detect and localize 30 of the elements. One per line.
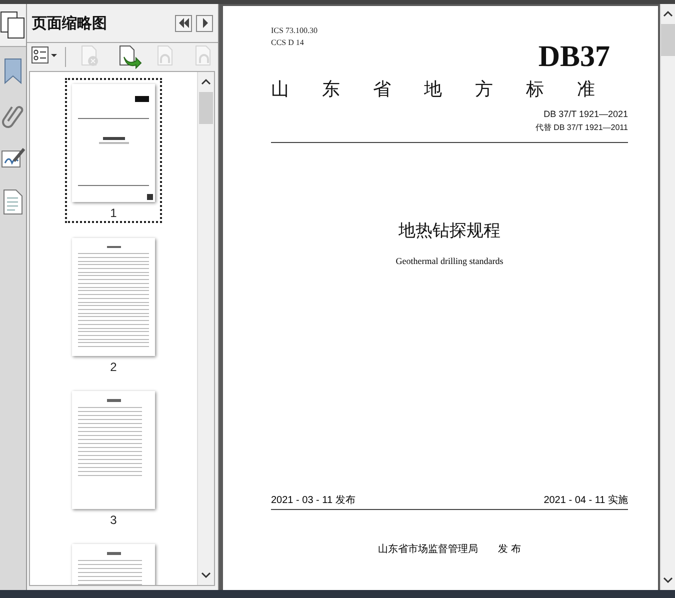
- double-left-triangle-icon: [178, 18, 190, 28]
- pages-icon[interactable]: [0, 11, 26, 39]
- standard-logo: DB37: [538, 40, 610, 74]
- scroll-up-icon[interactable]: [663, 10, 673, 18]
- effective-date: 2021 - 04 - 11 实施: [544, 494, 628, 507]
- publish-label: 发 布: [498, 543, 521, 556]
- bookmark-icon[interactable]: [3, 57, 23, 85]
- standard-number: DB 37/T 1921—2021: [544, 109, 628, 119]
- publisher: 山东省市场监督管理局: [378, 542, 478, 556]
- scrollbar[interactable]: [197, 72, 214, 585]
- expand-button[interactable]: [196, 14, 213, 32]
- document-subtitle: Geothermal drilling standards: [394, 256, 504, 266]
- document-title: 地热钻探规程: [398, 220, 502, 242]
- paperclip-icon[interactable]: [2, 103, 24, 129]
- standard-heading: 山东省地方标准: [271, 78, 628, 101]
- scroll-down-icon[interactable]: [201, 571, 211, 579]
- scroll-up-icon[interactable]: [201, 78, 211, 86]
- scroll-thumb[interactable]: [199, 92, 213, 124]
- document-icon[interactable]: [3, 189, 23, 215]
- classification-code: CCS D 14: [271, 38, 305, 47]
- scrollbar[interactable]: [660, 4, 675, 590]
- page-thumbnail-item[interactable]: 1: [65, 78, 162, 223]
- scroll-down-icon[interactable]: [663, 576, 673, 584]
- replaced-standard: 代替 DB 37/T 1921—2011: [535, 122, 628, 133]
- collapse-button[interactable]: [175, 14, 192, 32]
- panel-title: 页面缩略图: [32, 14, 107, 32]
- play-triangle-icon: [200, 18, 208, 28]
- classification-code: ICS 73.100.30: [271, 26, 318, 35]
- issue-date: 2021 - 03 - 11 发布: [271, 494, 356, 507]
- scroll-thumb[interactable]: [661, 24, 675, 56]
